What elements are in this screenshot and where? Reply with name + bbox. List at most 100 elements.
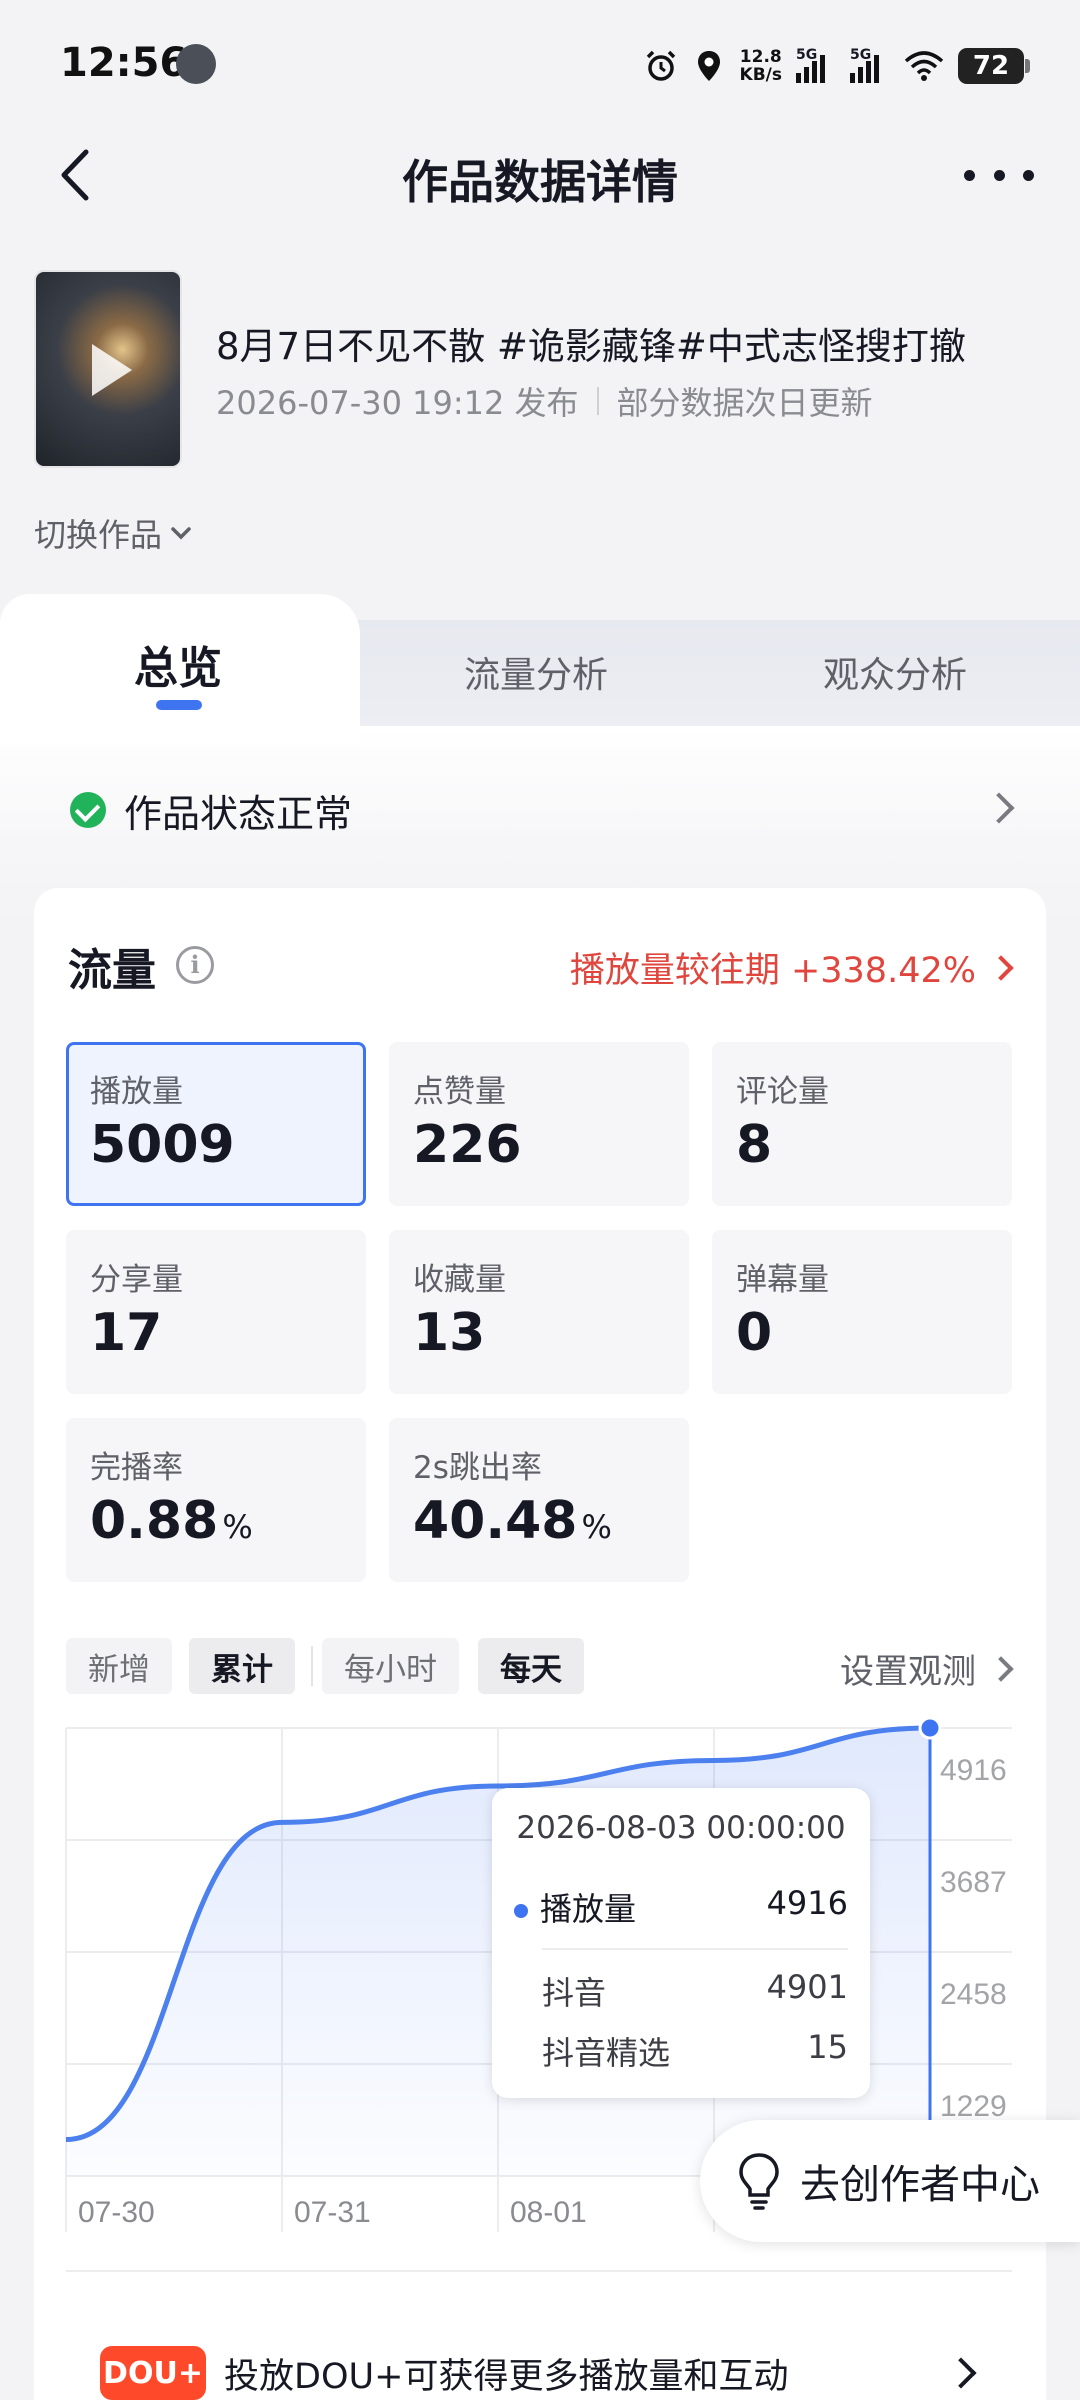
tooltip-label: 抖音 — [542, 1974, 607, 2012]
dou-plus-logo: DOU+ — [100, 2346, 206, 2400]
tab-audience-analysis[interactable]: 观众分析 — [823, 646, 967, 698]
tab-overview[interactable]: 总览 — [134, 632, 222, 696]
x-tick-label: 07-31 — [294, 2196, 371, 2229]
lightbulb-icon — [739, 2153, 779, 2210]
set-observation-label: 设置观测 — [840, 1652, 976, 1692]
chevron-right-icon — [988, 954, 1014, 981]
info-icon[interactable]: i — [176, 946, 214, 984]
status-icons: 12.8 KB/s 5G 5G 72 — [644, 42, 1030, 90]
tooltip-value: 4916 — [766, 1884, 848, 1922]
tooltip-row-plays: 播放量 4916 — [514, 1884, 848, 1930]
metric-label: 收藏量 — [413, 1262, 506, 1298]
net-speed-unit: KB/s — [739, 65, 782, 85]
status-bar: 12:56 12.8 KB/s 5G 5G 72 — [0, 0, 1080, 130]
signal-label: 5G — [850, 47, 872, 63]
granularity-hour-button[interactable]: 每小时 — [322, 1638, 459, 1694]
metric-value: 226 — [413, 1115, 522, 1175]
signal-label: 5G — [796, 47, 818, 63]
play-compare-link[interactable]: 播放量较往期 +338.42% — [569, 942, 1014, 993]
video-thumbnail[interactable] — [34, 270, 182, 468]
signal-icon: 5G — [796, 47, 836, 83]
set-observation-link[interactable]: 设置观测 — [840, 1644, 1014, 1693]
metric-label: 播放量 — [90, 1074, 183, 1110]
dot-icon — [993, 169, 1005, 181]
mode-new-button[interactable]: 新增 — [66, 1638, 172, 1694]
tooltip-label: 抖音精选 — [542, 2034, 671, 2072]
metric-label: 完播率 — [90, 1450, 183, 1486]
chevron-right-icon — [988, 1655, 1014, 1682]
location-icon — [697, 51, 720, 81]
metric-value: 40.48% — [413, 1491, 665, 1551]
metric-value: 13 — [413, 1303, 486, 1363]
section-divider — [66, 2270, 1012, 2272]
tab-traffic-analysis[interactable]: 流量分析 — [464, 646, 608, 698]
granularity-day-button[interactable]: 每天 — [478, 1638, 584, 1694]
metric-comments[interactable]: 评论量 8 — [712, 1042, 1012, 1206]
metric-value: 17 — [90, 1303, 163, 1363]
status-time: 12:56 — [60, 40, 188, 86]
play-compare-text: 播放量较往期 +338.42% — [569, 951, 976, 991]
metric-likes[interactable]: 点赞量 226 — [389, 1042, 689, 1206]
update-note: 部分数据次日更新 — [616, 384, 873, 422]
mode-cumulative-button[interactable]: 累计 — [189, 1638, 295, 1694]
work-status-text: 作品状态正常 — [124, 791, 353, 836]
switch-work-button[interactable]: 切换作品 — [34, 510, 194, 556]
tooltip-label: 播放量 — [540, 1890, 637, 1928]
y-tick-label: 3687 — [940, 1866, 1007, 1899]
metric-plays[interactable]: 播放量 5009 — [66, 1042, 366, 1206]
series-dot-icon — [514, 1904, 528, 1918]
publish-time: 2026-07-30 19:12 发布 — [216, 384, 579, 422]
meta-divider — [596, 387, 599, 415]
metric-value: 0.88% — [90, 1491, 342, 1551]
metric-value: 0 — [736, 1303, 773, 1363]
net-speed: 12.8 KB/s — [740, 48, 782, 84]
signal-icon: 5G — [850, 47, 890, 83]
tooltip-value: 4901 — [766, 1968, 848, 2006]
traffic-title: 流量 — [68, 945, 156, 996]
x-tick-label: 08-01 — [510, 2196, 587, 2229]
video-title: 8月7日不见不散 #诡影藏锋#中式志怪搜打撤 — [216, 325, 966, 368]
y-tick-label: 4916 — [940, 1754, 1007, 1787]
y-tick-label: 1229 — [940, 2090, 1007, 2123]
dot-icon — [964, 169, 975, 181]
tooltip-divider — [542, 1948, 848, 1950]
chevron-down-icon — [171, 527, 191, 540]
metric-favorites[interactable]: 收藏量 13 — [389, 1230, 689, 1394]
metric-shares[interactable]: 分享量 17 — [66, 1230, 366, 1394]
data-point — [918, 1716, 942, 1740]
metric-number: 40.48 — [413, 1491, 578, 1551]
metric-unit: % — [222, 1508, 253, 1546]
chart-tooltip: 2026-08-03 00:00:00 播放量 4916 抖音 4901 抖音精… — [492, 1788, 870, 2098]
dou-plus-promo[interactable]: DOU+ 投放DOU+可获得更多播放量和互动 — [100, 2346, 980, 2400]
tooltip-time: 2026-08-03 00:00:00 — [516, 1810, 846, 1846]
metric-danmaku[interactable]: 弹幕量 0 — [712, 1230, 1012, 1394]
metric-value: 8 — [736, 1115, 773, 1175]
work-status-row[interactable]: 作品状态正常 — [70, 780, 1020, 840]
tabs-background — [330, 620, 1080, 730]
wifi-icon — [904, 51, 944, 81]
metric-label: 评论量 — [736, 1074, 829, 1110]
alarm-icon — [646, 50, 675, 81]
y-tick-label: 2458 — [940, 1978, 1007, 2011]
creator-center-button[interactable]: 去创作者中心 — [700, 2120, 1080, 2242]
check-circle-icon — [70, 792, 106, 828]
tooltip-row-douyin: 抖音 4901 — [514, 1968, 848, 2014]
page-title: 作品数据详情 — [402, 155, 678, 209]
tooltip-row-featured: 抖音精选 15 — [514, 2028, 848, 2074]
net-speed-value: 12.8 — [739, 47, 782, 67]
x-tick-label: 07-30 — [78, 2196, 155, 2229]
metric-label: 2s跳出率 — [413, 1450, 542, 1486]
dot-icon — [1023, 169, 1034, 181]
creator-center-label: 去创作者中心 — [800, 2162, 1040, 2208]
more-options-button[interactable] — [964, 150, 1034, 200]
tab-indicator — [156, 700, 202, 710]
metric-label: 弹幕量 — [736, 1262, 829, 1298]
metric-label: 分享量 — [90, 1262, 183, 1298]
metric-completion-rate[interactable]: 完播率 0.88% — [66, 1418, 366, 1582]
metric-number: 0.88 — [90, 1491, 219, 1551]
status-avatar-icon — [176, 44, 216, 84]
video-meta: 2026-07-30 19:12 发布 部分数据次日更新 — [216, 378, 873, 424]
metric-unit: % — [581, 1508, 612, 1546]
metric-bounce-rate[interactable]: 2s跳出率 40.48% — [389, 1418, 689, 1582]
play-icon — [92, 344, 132, 396]
